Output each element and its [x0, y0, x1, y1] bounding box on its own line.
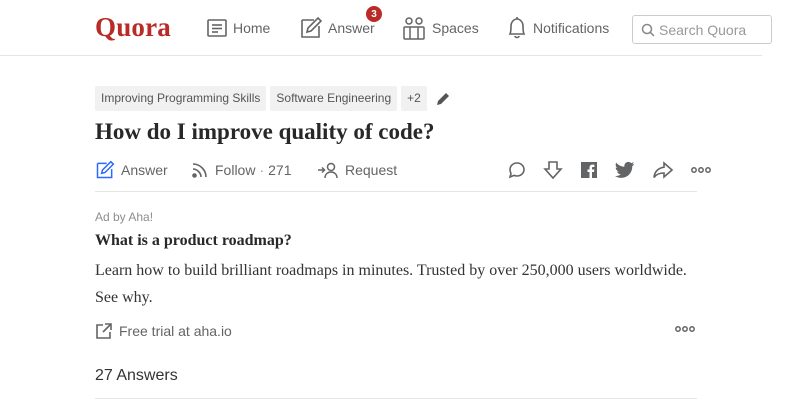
follow-button[interactable]: Follow · 271 — [191, 158, 292, 182]
bell-icon — [508, 17, 526, 39]
search-icon — [641, 23, 655, 37]
ad-body-text[interactable]: Learn how to build brilliant roadmaps in… — [95, 257, 705, 311]
follower-count: 271 — [268, 162, 292, 178]
answer-button-label: Answer — [121, 162, 168, 178]
downvote-icon — [543, 161, 563, 180]
search-box[interactable] — [632, 15, 772, 44]
share-button[interactable] — [652, 161, 674, 179]
topic-more-count[interactable]: +2 — [401, 86, 427, 111]
request-button[interactable]: Request — [317, 158, 397, 182]
edit-topics-button[interactable] — [435, 91, 451, 107]
comment-icon — [508, 162, 525, 179]
nav-spaces[interactable]: Spaces — [401, 14, 479, 42]
question-title[interactable]: How do I improve quality of code? — [95, 119, 434, 145]
downvote-button[interactable] — [543, 160, 563, 180]
share-facebook-button[interactable] — [580, 161, 598, 179]
top-navigation-bar: Quora Home Answer 3 Spaces Notifications… — [0, 0, 772, 56]
facebook-icon — [581, 162, 597, 178]
ad-title[interactable]: What is a product roadmap? — [95, 232, 292, 250]
more-icon — [691, 167, 711, 173]
ad-link-label: Free trial at aha.io — [119, 323, 232, 339]
share-twitter-button[interactable] — [615, 161, 635, 179]
nav-answer-label: Answer — [328, 20, 375, 36]
nav-notifications[interactable]: Notifications — [506, 14, 609, 42]
nav-home-label: Home — [233, 20, 271, 36]
question-action-bar: Answer Follow · 271 Request — [95, 155, 711, 192]
more-icon — [675, 326, 695, 332]
topic-tag-improving-programming-skills[interactable]: Improving Programming Skills — [95, 86, 267, 111]
follow-button-label: Follow — [215, 162, 256, 178]
answers-count-heading: 27 Answers — [95, 367, 697, 399]
ad-external-link[interactable]: Free trial at aha.io — [95, 320, 232, 342]
edit-pencil-icon — [436, 92, 449, 105]
twitter-icon — [615, 161, 635, 178]
quora-logo[interactable]: Quora — [95, 12, 171, 43]
answer-pencil-icon — [301, 16, 323, 38]
question-secondary-actions — [491, 158, 711, 182]
ad-more-options-button[interactable] — [675, 325, 695, 333]
topic-tag-software-engineering[interactable]: Software Engineering — [270, 86, 398, 111]
share-icon — [653, 161, 674, 179]
nav-spaces-label: Spaces — [432, 20, 479, 36]
nav-home[interactable]: Home — [206, 14, 270, 42]
nav-notifications-label: Notifications — [533, 20, 610, 36]
external-link-icon — [96, 323, 112, 339]
search-input[interactable] — [659, 21, 769, 38]
request-user-icon — [318, 162, 338, 179]
ad-sponsor-label[interactable]: Ad by Aha! — [95, 210, 153, 224]
nav-answer[interactable]: Answer 3 — [299, 5, 383, 42]
request-button-label: Request — [345, 162, 398, 178]
comment-button[interactable] — [508, 161, 526, 179]
spaces-icon — [403, 17, 425, 40]
follow-separator: · — [259, 162, 265, 178]
answer-pencil-icon — [96, 160, 115, 179]
home-icon — [207, 19, 227, 37]
topic-list: Improving Programming Skills Software En… — [95, 86, 451, 111]
rss-follow-icon — [192, 163, 207, 178]
more-options-button[interactable] — [691, 166, 711, 174]
answer-button[interactable]: Answer — [95, 158, 168, 182]
answer-notification-badge: 3 — [365, 5, 383, 23]
